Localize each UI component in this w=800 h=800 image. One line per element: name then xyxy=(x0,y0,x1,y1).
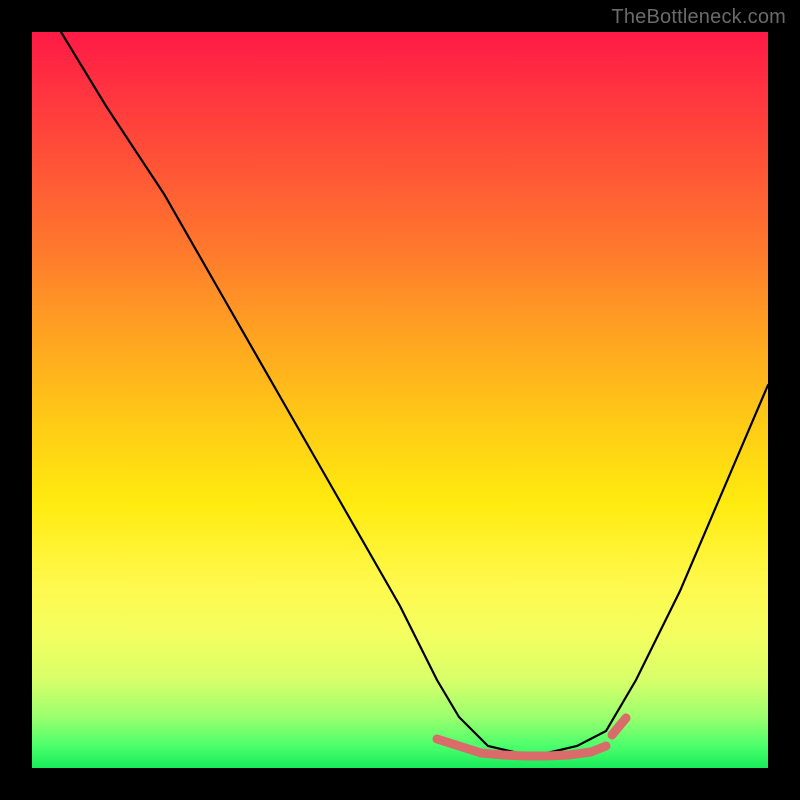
bottom-mark xyxy=(591,746,606,752)
chart-svg xyxy=(32,32,768,768)
main-curve xyxy=(61,32,768,753)
bottom-mark xyxy=(612,718,626,735)
plot-area xyxy=(32,32,768,768)
chart-frame: TheBottleneck.com xyxy=(0,0,800,800)
watermark-text: TheBottleneck.com xyxy=(611,6,786,29)
